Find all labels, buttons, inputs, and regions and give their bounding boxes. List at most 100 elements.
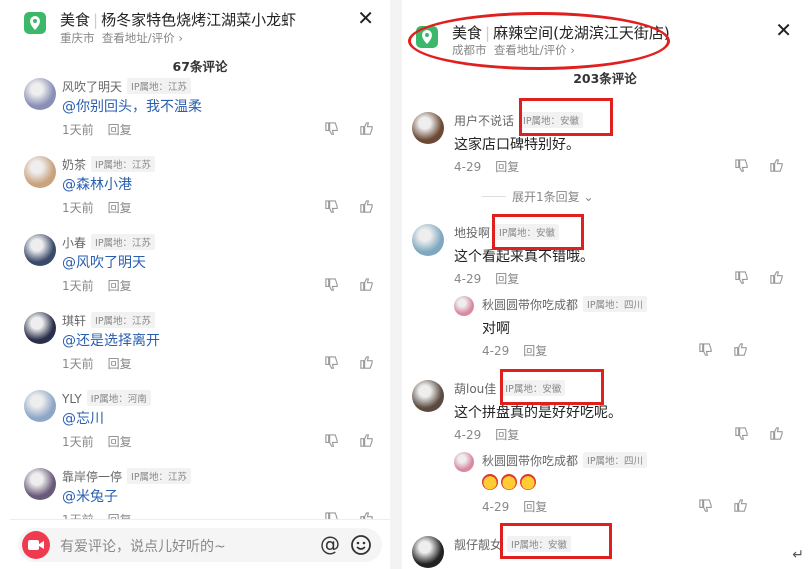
- reply-button[interactable]: 回复: [108, 201, 132, 215]
- reply-button[interactable]: 回复: [523, 344, 547, 358]
- reply-button[interactable]: 回复: [495, 160, 519, 174]
- comment-meta: 4-29 回复: [454, 426, 519, 443]
- comment-text: 对啊: [482, 321, 510, 337]
- dislike-icon[interactable]: [698, 498, 713, 513]
- location-title: 美食 | 杨冬家特色烧烤江湖菜小龙虾: [60, 11, 297, 29]
- reaction-buttons: [678, 342, 748, 358]
- like-icon[interactable]: [733, 498, 748, 513]
- dislike-icon[interactable]: [324, 277, 339, 292]
- avatar[interactable]: [24, 78, 56, 110]
- reply-button[interactable]: 回复: [108, 123, 132, 137]
- like-icon[interactable]: [769, 270, 784, 285]
- ip-location-badge: IP属地：江苏: [91, 234, 156, 250]
- like-icon[interactable]: [359, 355, 374, 370]
- avatar[interactable]: [412, 380, 444, 412]
- comment-text: @森林小港: [62, 177, 132, 193]
- comment-time: 4-29: [482, 500, 510, 514]
- like-icon[interactable]: [769, 426, 784, 441]
- avatar[interactable]: [454, 296, 474, 316]
- reply-button[interactable]: 回复: [523, 500, 547, 514]
- dislike-icon[interactable]: [324, 199, 339, 214]
- comment-meta: 4-29 回复: [454, 158, 519, 175]
- comment-input[interactable]: 有爱评论，说点儿好听的~ @: [18, 528, 382, 562]
- annotation-box: [500, 523, 612, 559]
- comment-username[interactable]: 小春 IP属地：江苏: [62, 234, 156, 251]
- comment-username[interactable]: 奶茶 IP属地：江苏: [62, 156, 156, 173]
- reply-button[interactable]: 回复: [495, 428, 519, 442]
- dislike-icon[interactable]: [324, 433, 339, 448]
- comment-emoji: [482, 474, 539, 491]
- reaction-buttons: [714, 270, 784, 286]
- annotation-box: [492, 214, 584, 250]
- comment-text: @还是选择离开: [62, 333, 160, 349]
- reaction-buttons: [304, 277, 374, 293]
- avatar[interactable]: [412, 224, 444, 256]
- ip-location-badge: IP属地：江苏: [91, 156, 156, 172]
- dislike-icon[interactable]: [324, 355, 339, 370]
- reply-button[interactable]: 回复: [108, 435, 132, 449]
- close-icon[interactable]: ✕: [357, 6, 374, 30]
- avatar[interactable]: [24, 234, 56, 266]
- like-icon[interactable]: [359, 121, 374, 136]
- reply-button[interactable]: 回复: [108, 279, 132, 293]
- reply-button[interactable]: 回复: [495, 272, 519, 286]
- comment-time: 1天前: [62, 201, 94, 215]
- reaction-buttons: [304, 355, 374, 371]
- avatar[interactable]: [24, 312, 56, 344]
- comment-text: @忘川: [62, 411, 104, 427]
- avatar[interactable]: [24, 390, 56, 422]
- comment-username[interactable]: 靠岸停一停 IP属地：江苏: [62, 468, 192, 485]
- comment-username[interactable]: YLY IP属地：河南: [62, 390, 151, 406]
- like-icon[interactable]: [733, 342, 748, 357]
- like-icon[interactable]: [769, 158, 784, 173]
- ip-location-badge: IP属地：江苏: [127, 468, 192, 484]
- dislike-icon[interactable]: [734, 426, 749, 441]
- avatar[interactable]: [24, 156, 56, 188]
- comment-username[interactable]: 风吹了明天 IP属地：江苏: [62, 78, 192, 95]
- comment-username[interactable]: 秋圆圆带你吃成都 IP属地：四川: [482, 296, 648, 313]
- avatar[interactable]: [412, 536, 444, 568]
- comment-item: 秋圆圆带你吃成都 IP属地：四川 对啊 4-29 回复: [402, 296, 808, 359]
- reaction-buttons: [678, 498, 748, 514]
- comment-text: 这个拼盘真的是好好吃呢。: [454, 405, 622, 421]
- annotation-box: [500, 369, 604, 405]
- avatar[interactable]: [24, 468, 56, 500]
- reaction-buttons: [714, 426, 784, 442]
- avatar[interactable]: [412, 112, 444, 144]
- dislike-icon[interactable]: [734, 158, 749, 173]
- comment-meta: 4-29 回复: [482, 498, 547, 515]
- comment-time: 1天前: [62, 357, 94, 371]
- comment-username[interactable]: 琪轩 IP属地：江苏: [62, 312, 156, 329]
- close-icon[interactable]: ✕: [775, 18, 792, 42]
- ip-location-badge: IP属地：四川: [583, 452, 648, 468]
- mention-icon[interactable]: @: [320, 532, 340, 556]
- location-header[interactable]: 美食 | 杨冬家特色烧烤江湖菜小龙虾 重庆市 查看地址/评价 › ✕: [10, 0, 390, 50]
- left-comment-panel: 美食 | 杨冬家特色烧烤江湖菜小龙虾 重庆市 查看地址/评价 › ✕ 67条评论 风…: [10, 0, 390, 569]
- expand-replies-button[interactable]: 展开1条回复 ⌄: [482, 188, 594, 205]
- dislike-icon[interactable]: [324, 121, 339, 136]
- comment-meta: 4-29 回复: [482, 342, 547, 359]
- dislike-icon[interactable]: [698, 342, 713, 357]
- like-icon[interactable]: [359, 199, 374, 214]
- comment-time: 1天前: [62, 279, 94, 293]
- comment-meta: 1天前回复: [62, 433, 132, 450]
- reply-button[interactable]: 回复: [108, 357, 132, 371]
- comment-item: 地投啊 IP属地：安徽 这个看起来真不错哦。 4-29 回复: [402, 224, 808, 294]
- input-placeholder: 有爱评论，说点儿好听的~: [60, 539, 226, 555]
- comment-meta: 1天前回复: [62, 277, 132, 294]
- emoji-icon[interactable]: [350, 534, 372, 556]
- like-icon[interactable]: [359, 433, 374, 448]
- comment-meta: 1天前回复: [62, 121, 132, 138]
- camera-icon[interactable]: [22, 531, 50, 559]
- comment-time: 4-29: [454, 160, 482, 174]
- like-icon[interactable]: [359, 277, 374, 292]
- avatar[interactable]: [454, 452, 474, 472]
- comment-item: 琪轩 IP属地：江苏 @还是选择离开 1天前 回复: [10, 312, 390, 382]
- ip-location-badge: IP属地：江苏: [91, 312, 156, 328]
- comment-time: 1天前: [62, 123, 94, 137]
- location-subtitle[interactable]: 重庆市 查看地址/评价 ›: [60, 30, 183, 46]
- comment-count: 67条评论: [172, 59, 228, 74]
- dislike-icon[interactable]: [734, 270, 749, 285]
- comment-username[interactable]: 秋圆圆带你吃成都 IP属地：四川: [482, 452, 648, 469]
- ip-location-badge: IP属地：江苏: [127, 78, 192, 94]
